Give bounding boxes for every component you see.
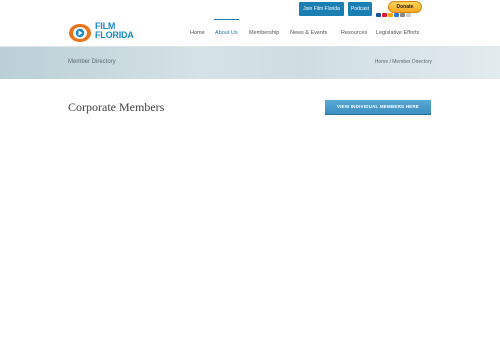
logo-line2: FLORIDA <box>95 30 134 40</box>
logo-text: FILM FLORIDA <box>95 22 134 40</box>
section-title: Corporate Members <box>68 100 165 114</box>
active-nav-indicator <box>214 19 239 20</box>
top-bar: Join Film Florida Podcast Donate <box>0 0 500 19</box>
card-icon <box>406 13 411 17</box>
join-film-florida-button[interactable]: Join Film Florida <box>299 2 344 16</box>
card-icon <box>376 13 381 17</box>
card-icon <box>382 13 387 17</box>
card-icon <box>394 13 399 17</box>
nav-news-events[interactable]: News & Events <box>290 30 327 36</box>
donate-button[interactable]: Donate <box>388 1 422 13</box>
breadcrumb[interactable]: Home / Member Directory <box>375 59 432 65</box>
nav-resources[interactable]: Resources <box>341 30 367 36</box>
card-icon <box>388 13 393 17</box>
page-title: Member Directory <box>68 59 116 65</box>
card-icon <box>400 13 405 17</box>
podcast-button[interactable]: Podcast <box>348 2 372 16</box>
eye-icon <box>69 24 91 42</box>
nav-membership[interactable]: Membership <box>249 30 279 36</box>
nav-about-us[interactable]: About Us <box>215 30 238 36</box>
payment-cards <box>376 13 411 18</box>
nav-home[interactable]: Home <box>190 30 205 36</box>
nav-legislative-efforts[interactable]: Legislative Efforts <box>376 30 419 36</box>
view-individual-members-button[interactable]: VIEW INDIVIDUAL MEMBERS HERE <box>325 100 431 115</box>
